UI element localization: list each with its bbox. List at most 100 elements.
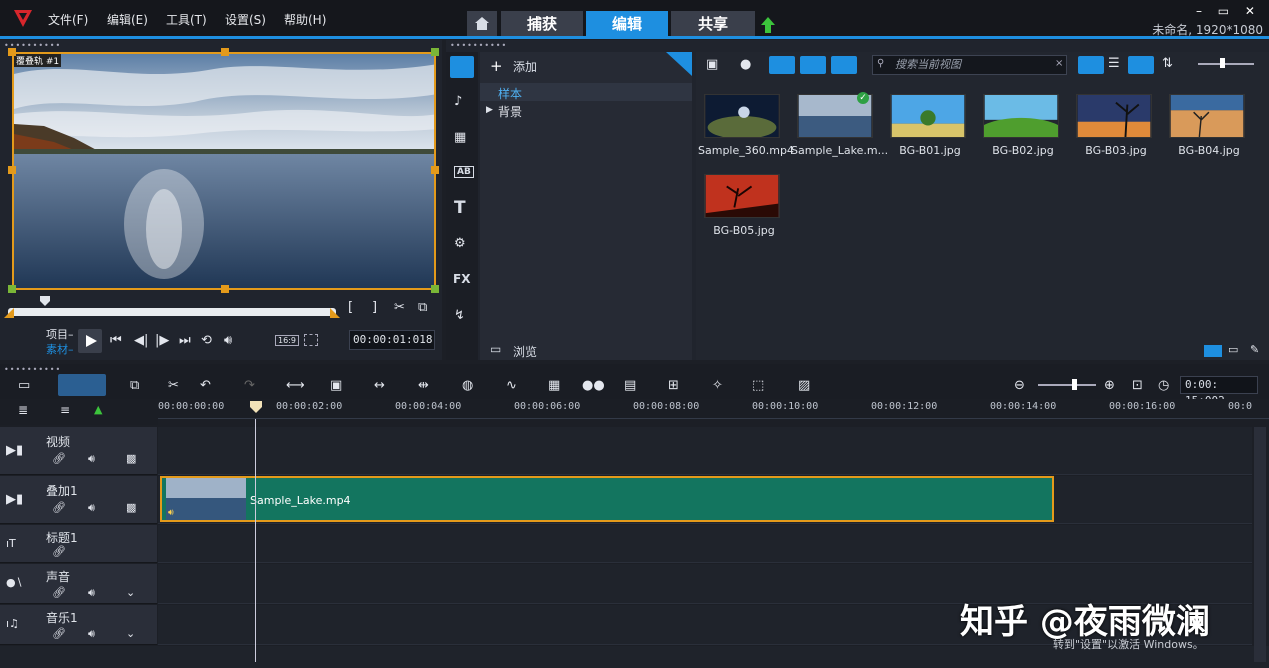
expand-arrow-icon[interactable]: ▶: [486, 105, 493, 115]
import-folder-icon[interactable]: ▣: [706, 57, 718, 72]
track-header-title[interactable]: ıT 标题1 🔗︎: [0, 525, 157, 563]
upload-arrow-icon[interactable]: [761, 17, 775, 33]
library-item[interactable]: BG-B04.jpg: [1163, 88, 1251, 160]
mute-icon[interactable]: 🔊︎: [88, 586, 95, 600]
link-icon[interactable]: 🔗︎: [52, 452, 66, 465]
menu-edit[interactable]: 编辑(E): [107, 11, 148, 28]
grid-view-button[interactable]: [1128, 56, 1154, 74]
menu-file[interactable]: 文件(F): [48, 11, 88, 28]
fit-project-icon[interactable]: ⊡: [1132, 378, 1143, 393]
mute-icon[interactable]: 🔊︎: [88, 501, 95, 515]
library-item[interactable]: Sample_360.mp4: [698, 88, 794, 160]
sort-icon[interactable]: ⇅: [1162, 56, 1173, 71]
title-icon[interactable]: T: [454, 198, 466, 218]
mark-in-button[interactable]: [: [348, 300, 353, 315]
resize-handle[interactable]: [8, 166, 16, 174]
mark-out-button[interactable]: ]: [372, 300, 377, 315]
aspect-ratio-button[interactable]: 16:9: [275, 335, 299, 346]
split-screen-icon[interactable]: ⊞: [668, 378, 679, 393]
go-to-start-icon[interactable]: ⏮: [110, 333, 122, 348]
search-input[interactable]: 搜索当前视图: [872, 55, 1067, 75]
tools-icon[interactable]: ✂: [168, 378, 179, 393]
menu-help[interactable]: 帮助(H): [284, 11, 326, 28]
panel-grip-icon[interactable]: ••••••••••: [450, 41, 507, 50]
tab-edit[interactable]: 编辑: [586, 11, 668, 37]
track-options-icon[interactable]: ≡: [60, 403, 70, 417]
expand-track-icon[interactable]: ⌄: [126, 627, 135, 640]
playhead-marker[interactable]: [250, 401, 262, 413]
thumbnail-view-button[interactable]: [1078, 56, 1104, 74]
preview-video[interactable]: 覆叠轨 #1: [12, 52, 436, 290]
mask-icon[interactable]: ●●: [582, 378, 605, 393]
crop-icon[interactable]: [304, 334, 318, 346]
library-item[interactable]: BG-B02.jpg: [977, 88, 1065, 160]
edit-icon[interactable]: ✎: [1250, 343, 1259, 356]
mute-icon[interactable]: 🔊︎: [88, 627, 95, 641]
thumbnail-size-slider[interactable]: [1198, 63, 1254, 65]
split-clip-icon[interactable]: ✂: [394, 300, 405, 315]
library-item[interactable]: BG-B03.jpg: [1070, 88, 1158, 160]
repeat-icon[interactable]: ⟲: [201, 333, 212, 348]
next-frame-icon[interactable]: |▶: [155, 333, 169, 348]
crop-timeline-icon[interactable]: ▣: [330, 378, 342, 393]
tree-item-backgrounds[interactable]: 背景: [498, 103, 522, 120]
menu-tools[interactable]: 工具(T): [166, 11, 207, 28]
add-icon[interactable]: +: [490, 57, 503, 75]
track-list-icon[interactable]: ≣: [18, 403, 28, 417]
library-item[interactable]: BG-B01.jpg: [884, 88, 972, 160]
pin-icon[interactable]: [666, 52, 692, 76]
panel-grip-icon[interactable]: ••••••••••: [4, 365, 61, 374]
clear-search-icon[interactable]: ×: [1055, 58, 1063, 69]
track-lane-title[interactable]: [158, 525, 1252, 563]
media-category-icon[interactable]: [450, 56, 474, 78]
enlarge-preview-icon[interactable]: ⧉: [418, 300, 427, 315]
playhead-line[interactable]: [255, 419, 256, 662]
panel-layout-icon[interactable]: ▭: [1228, 343, 1238, 356]
go-to-end-icon[interactable]: ⏭: [179, 333, 191, 348]
browse-button[interactable]: 浏览: [513, 343, 537, 360]
tab-share[interactable]: 共享: [671, 11, 755, 37]
resize-handle[interactable]: [221, 285, 229, 293]
undo-icon[interactable]: ↶: [200, 378, 211, 393]
previous-frame-icon[interactable]: ◀|: [134, 333, 148, 348]
filter-icon[interactable]: FX: [453, 272, 470, 286]
resize-handle[interactable]: [431, 285, 439, 293]
scrubber-thumb[interactable]: [40, 296, 50, 306]
storyboard-view-icon[interactable]: ▭: [18, 378, 30, 393]
subtitle-icon[interactable]: ▤: [624, 378, 636, 393]
split-icon[interactable]: ↔: [374, 378, 385, 393]
path-icon[interactable]: ↯: [454, 308, 465, 323]
record-icon[interactable]: ●: [740, 57, 751, 72]
redo-icon[interactable]: ↷: [244, 378, 255, 393]
track-header-music[interactable]: ı♫ 音乐1 🔗︎ 🔊︎ ⌄: [0, 605, 157, 645]
track-header-video[interactable]: ▶▮ 视频 🔗︎ 🔊︎ ▩: [0, 427, 157, 475]
timeline-ruler[interactable]: 00:00:00:00 00:00:02:00 00:00:04:00 00:0…: [158, 399, 1269, 419]
resize-handle[interactable]: [8, 285, 16, 293]
mosaic-icon[interactable]: ▩: [126, 452, 136, 465]
mute-icon[interactable]: 🔊︎: [88, 452, 95, 466]
audio-category-icon[interactable]: ♪: [454, 94, 462, 109]
resize-handle[interactable]: [8, 48, 16, 56]
show-videos-button[interactable]: [769, 56, 795, 74]
project-duration[interactable]: 0:00: 15:002: [1180, 376, 1258, 407]
home-tab[interactable]: [467, 11, 497, 37]
fit-icon[interactable]: ⟷: [286, 378, 305, 393]
graphics-icon[interactable]: ⚙: [454, 236, 466, 251]
track-add-icon[interactable]: ▲: [94, 403, 102, 416]
mosaic-icon[interactable]: ▩: [126, 501, 136, 514]
transition-icon[interactable]: AB: [454, 166, 474, 178]
zoom-slider-thumb[interactable]: [1072, 379, 1077, 390]
resize-handle[interactable]: [431, 48, 439, 56]
library-view-button[interactable]: [1204, 345, 1222, 357]
library-item[interactable]: ✓ Sample_Lake.m...: [791, 88, 888, 160]
track-header-overlay[interactable]: ▶▮ 叠加1 🔗︎ 🔊︎ ▩: [0, 476, 157, 524]
resize-handle[interactable]: [221, 48, 229, 56]
link-icon[interactable]: 🔗︎: [52, 501, 66, 514]
volume-icon[interactable]: 🔊︎: [224, 333, 232, 348]
timecode-field[interactable]: 00:00:01:018: [349, 330, 435, 350]
link-icon[interactable]: 🔗︎: [52, 586, 66, 599]
menu-settings[interactable]: 设置(S): [225, 11, 266, 28]
ripple-icon[interactable]: ⇹: [418, 378, 429, 393]
tree-item-samples[interactable]: 样本: [480, 83, 692, 101]
zoom-in-icon[interactable]: ⊕: [1104, 378, 1115, 393]
